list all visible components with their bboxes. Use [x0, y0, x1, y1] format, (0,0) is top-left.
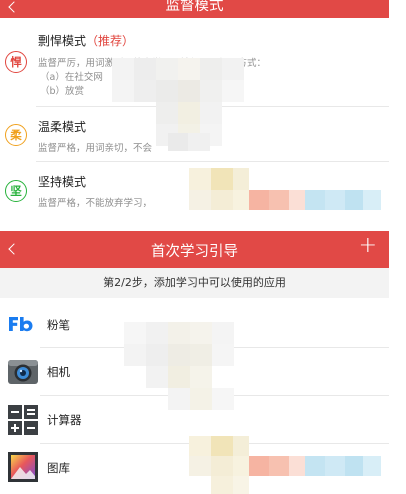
- guide-header-bar: 首次学习引导 +: [0, 231, 389, 268]
- add-plus-icon[interactable]: +: [359, 233, 377, 258]
- mode-item-persist[interactable]: 坚 坚持模式 监督严格，不能放弃学习，: [0, 162, 389, 216]
- penalty-option-a: （a）在社交网: [40, 72, 103, 83]
- app-item-gallery[interactable]: 图库: [0, 444, 389, 492]
- recommend-tag: （推荐）: [86, 34, 135, 48]
- guide-header-title: 首次学习引导: [151, 244, 238, 260]
- app-item-camera[interactable]: 相机: [0, 348, 389, 396]
- app-item-calculator[interactable]: 计算器: [0, 396, 389, 444]
- app-item-fenbi[interactable]: 粉笔: [0, 300, 389, 348]
- mode-item-gentle[interactable]: 柔 温柔模式 监督严格，用词亲切，不会: [0, 107, 389, 161]
- mode-header-title: 监督模式: [165, 0, 224, 14]
- mode-title: 剽悍模式: [38, 34, 87, 48]
- camera-icon: [7, 358, 39, 386]
- persist-mode-icon: 坚: [5, 180, 27, 202]
- penalty-option-b: （b）放赏: [40, 86, 85, 97]
- mode-title: 坚持模式: [38, 175, 87, 189]
- mode-description: 监督严厉，用词激烈，放弃学习要被惩罚，惩罚方式：: [38, 58, 267, 69]
- app-label: 相机: [47, 365, 70, 379]
- mode-description: 监督严格，用词亲切，不会: [38, 143, 153, 154]
- gentle-mode-icon: 柔: [5, 124, 27, 146]
- mode-description: 监督严格，不能放弃学习，: [38, 198, 153, 209]
- calculator-icon: [7, 404, 39, 436]
- app-label: 计算器: [47, 413, 82, 427]
- step-instruction: 第2/2步，添加学习中可以使用的应用: [0, 268, 389, 298]
- mode-item-fierce[interactable]: 悍 剽悍模式（推荐） 监督严厉，用词激烈，放弃学习要被惩罚，惩罚方式： （a）在…: [0, 18, 389, 106]
- app-label: 粉笔: [47, 318, 70, 332]
- gallery-icon: [7, 451, 39, 483]
- fenbi-logo-icon: [8, 316, 36, 332]
- mode-title-row: 剽悍模式（推荐）: [38, 32, 134, 49]
- mode-header-bar: 监督模式: [0, 0, 389, 18]
- app-label: 图库: [47, 461, 70, 475]
- mode-title: 温柔模式: [38, 120, 87, 134]
- fierce-mode-icon: 悍: [5, 51, 27, 73]
